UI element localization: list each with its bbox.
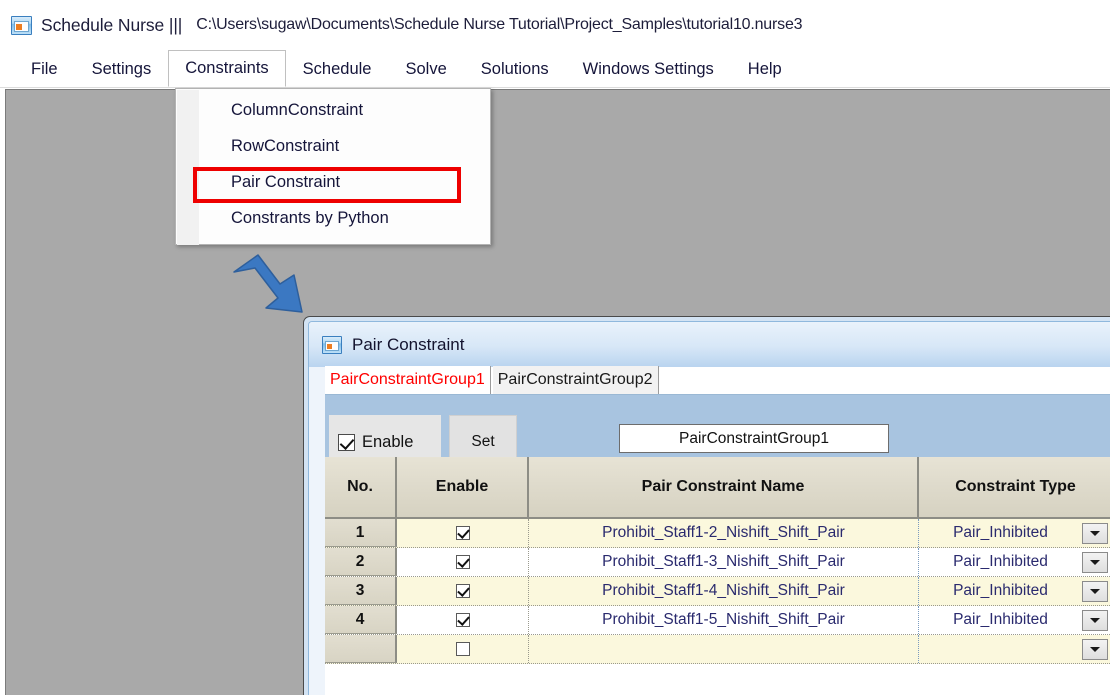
group-enable-label: Enable — [362, 432, 414, 451]
menu-item-windows-settings[interactable]: Windows Settings — [566, 50, 731, 87]
row-constraint-type-cell[interactable]: Pair_Inhibited — [919, 548, 1110, 576]
menu-item-constraints[interactable]: Constraints — [168, 50, 286, 87]
table-row[interactable]: 3 Prohibit_Staff1-4_Nishift_Shift_Pair P… — [325, 577, 1110, 606]
checkbox-icon[interactable] — [455, 613, 470, 627]
row-constraint-type: Pair_Inhibited — [953, 582, 1048, 599]
main-application-window: Schedule Nurse ||| C:\Users\sugaw\Docume… — [0, 0, 1110, 695]
constraints-dropdown-menu: ColumnConstraint RowConstraint Pair Cons… — [175, 88, 491, 245]
menu-item-schedule[interactable]: Schedule — [286, 50, 389, 87]
row-constraint-name[interactable] — [529, 635, 919, 663]
checkbox-icon[interactable] — [455, 584, 470, 598]
menu-item-solve[interactable]: Solve — [388, 50, 463, 87]
row-number: 1 — [325, 519, 397, 547]
table-row[interactable]: 1 Prohibit_Staff1-2_Nishift_Shift_Pair P… — [325, 519, 1110, 548]
checkbox-icon[interactable] — [455, 555, 470, 569]
row-number: 4 — [325, 606, 397, 634]
grid-header-no: No. — [325, 457, 397, 517]
row-constraint-type: Pair_Inhibited — [953, 611, 1048, 628]
menu-item-file[interactable]: File — [14, 50, 75, 87]
table-row[interactable] — [325, 635, 1110, 664]
dialog-title: Pair Constraint — [352, 334, 465, 354]
chevron-down-icon[interactable] — [1082, 522, 1108, 544]
pair-constraint-dialog-inner: Pair Constraint PairConstraintGroup1 Pai… — [308, 321, 1110, 695]
app-window-icon — [11, 15, 32, 35]
dialog-window-icon — [322, 335, 342, 354]
chevron-down-icon[interactable] — [1082, 580, 1108, 602]
dropdown-item-list: ColumnConstraint RowConstraint Pair Cons… — [176, 92, 490, 236]
checkbox-icon[interactable] — [455, 526, 470, 540]
row-enable-cell[interactable] — [397, 606, 529, 634]
menu-item-solutions[interactable]: Solutions — [464, 50, 566, 87]
screenshot-root: Schedule Nurse ||| C:\Users\sugaw\Docume… — [0, 0, 1110, 695]
checkbox-icon[interactable] — [338, 433, 355, 451]
menu-item-settings[interactable]: Settings — [75, 50, 169, 87]
row-constraint-name[interactable]: Prohibit_Staff1-5_Nishift_Shift_Pair — [529, 606, 919, 634]
grid-header-constraint-type: Constraint Type — [955, 478, 1076, 495]
app-file-path: C:\Users\sugaw\Documents\Schedule Nurse … — [196, 16, 803, 33]
chevron-down-icon[interactable] — [1082, 638, 1108, 660]
row-constraint-type-cell[interactable]: Pair_Inhibited — [919, 519, 1110, 547]
table-row[interactable]: 2 Prohibit_Staff1-3_Nishift_Shift_Pair P… — [325, 548, 1110, 577]
grid-header-enable: Enable — [397, 457, 529, 517]
tab-pair-constraint-group2[interactable]: PairConstraintGroup2 — [492, 366, 659, 394]
chevron-down-icon[interactable] — [1082, 551, 1108, 573]
application-titlebar: Schedule Nurse ||| C:\Users\sugaw\Docume… — [0, 0, 1110, 50]
pair-constraint-dialog: Pair Constraint PairConstraintGroup1 Pai… — [303, 316, 1110, 695]
dialog-tabstrip: PairConstraintGroup1 PairConstraintGroup… — [325, 366, 1110, 395]
dropdown-item-constrants-by-python[interactable]: Constrants by Python — [176, 200, 490, 236]
row-constraint-type-cell[interactable] — [919, 635, 1110, 663]
row-constraint-type: Pair_Inhibited — [953, 553, 1048, 570]
row-enable-cell[interactable] — [397, 548, 529, 576]
blue-down-right-arrow-icon — [233, 254, 303, 313]
row-constraint-name[interactable]: Prohibit_Staff1-4_Nishift_Shift_Pair — [529, 577, 919, 605]
checkbox-icon[interactable] — [455, 642, 470, 656]
app-title: Schedule Nurse ||| — [41, 14, 183, 35]
dropdown-item-row-constraint[interactable]: RowConstraint — [176, 128, 490, 164]
menu-item-help[interactable]: Help — [731, 50, 799, 87]
pair-constraint-grid: No. Enable Pair Constraint Name Constrai… — [325, 457, 1110, 695]
dialog-toolbar: Enable Set PairConstraintGroup1 — [325, 395, 1110, 469]
row-enable-cell[interactable] — [397, 635, 529, 663]
row-constraint-type: Pair_Inhibited — [953, 524, 1048, 541]
chevron-down-icon[interactable] — [1082, 609, 1108, 631]
row-number — [325, 635, 397, 663]
dropdown-item-pair-constraint[interactable]: Pair Constraint — [176, 164, 490, 200]
row-enable-cell[interactable] — [397, 577, 529, 605]
row-enable-cell[interactable] — [397, 519, 529, 547]
menubar: File Settings Constraints Schedule Solve… — [0, 50, 1110, 88]
row-number: 3 — [325, 577, 397, 605]
dialog-titlebar: Pair Constraint — [309, 322, 1110, 367]
row-constraint-type-cell[interactable]: Pair_Inhibited — [919, 577, 1110, 605]
dropdown-item-column-constraint[interactable]: ColumnConstraint — [176, 92, 490, 128]
grid-header-pair-constraint-name: Pair Constraint Name — [529, 457, 919, 517]
tab-pair-constraint-group1[interactable]: PairConstraintGroup1 — [325, 366, 491, 394]
row-number: 2 — [325, 548, 397, 576]
group-name-input[interactable]: PairConstraintGroup1 — [619, 424, 889, 453]
row-constraint-name[interactable]: Prohibit_Staff1-3_Nishift_Shift_Pair — [529, 548, 919, 576]
grid-header-row: No. Enable Pair Constraint Name Constrai… — [325, 457, 1110, 519]
table-row[interactable]: 4 Prohibit_Staff1-5_Nishift_Shift_Pair P… — [325, 606, 1110, 635]
row-constraint-type-cell[interactable]: Pair_Inhibited — [919, 606, 1110, 634]
row-constraint-name[interactable]: Prohibit_Staff1-2_Nishift_Shift_Pair — [529, 519, 919, 547]
